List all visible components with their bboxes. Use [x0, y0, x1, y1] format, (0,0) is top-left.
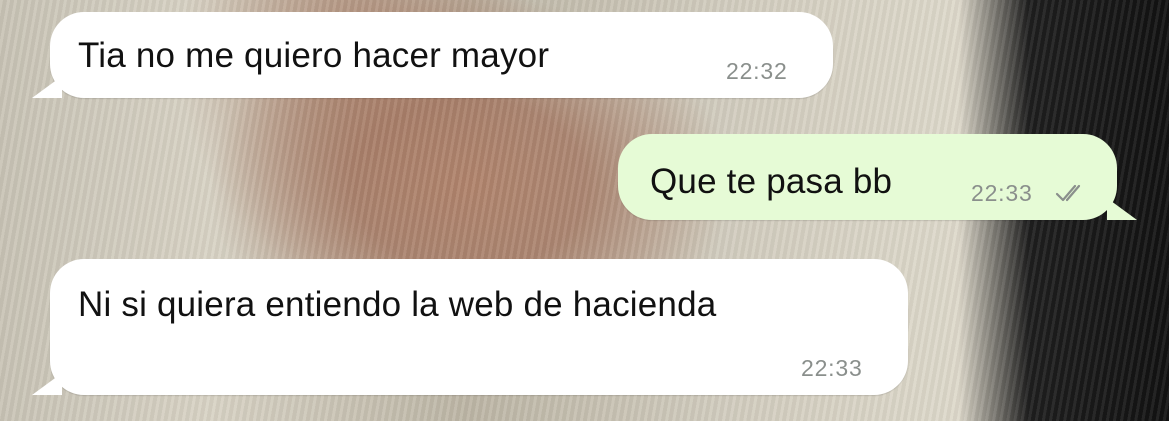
message-timestamp: 22:33	[801, 355, 863, 381]
bubble-tail	[32, 76, 62, 98]
message-timestamp: 22:32	[726, 58, 788, 84]
message-text: Que te pasa bb	[650, 162, 893, 201]
bubble-tail	[32, 373, 62, 395]
message-bubble-incoming[interactable]: Tia no me quiero hacer mayor 22:32	[32, 12, 833, 98]
message-text: Ni si quiera entiendo la web de hacienda	[78, 285, 717, 324]
bubble-tail	[1107, 198, 1137, 220]
message-text: Tia no me quiero hacer mayor	[78, 36, 550, 75]
message-bubble-outgoing[interactable]: Que te pasa bb 22:33	[618, 134, 1137, 220]
message-timestamp: 22:33	[971, 180, 1033, 206]
double-check-icon	[1055, 184, 1081, 202]
message-bubble-incoming[interactable]: Ni si quiera entiendo la web de hacienda…	[32, 259, 908, 395]
